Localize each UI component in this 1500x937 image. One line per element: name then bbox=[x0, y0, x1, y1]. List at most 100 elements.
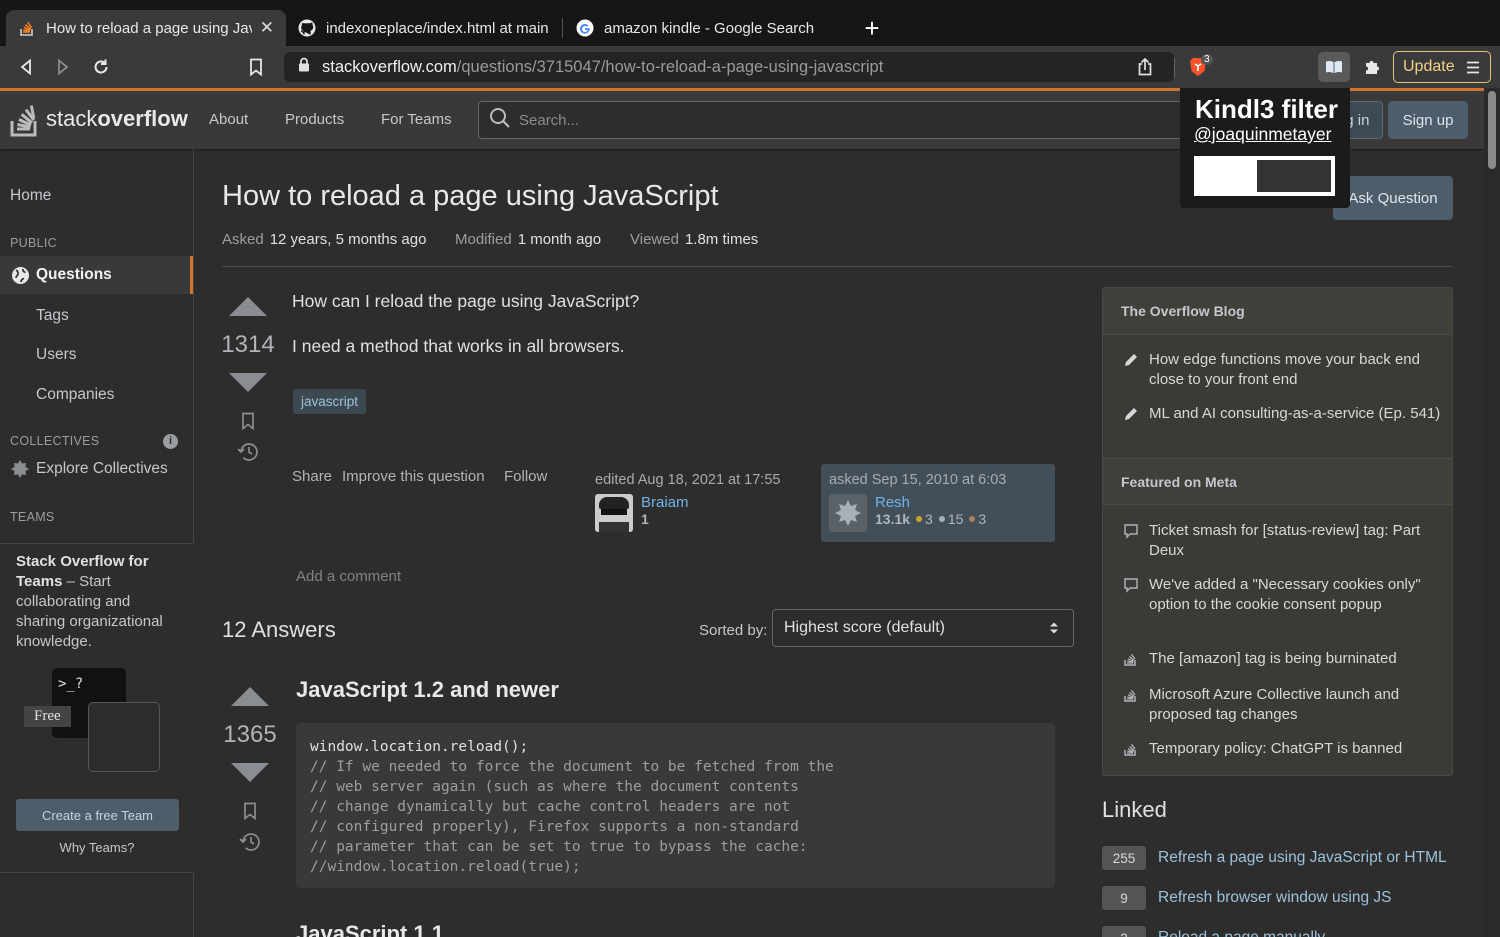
answer-score: 1365 bbox=[223, 721, 277, 748]
modified-key: Modified bbox=[455, 231, 512, 248]
editor-card: Braiam 1 bbox=[595, 494, 795, 532]
bookmark-icon[interactable] bbox=[243, 54, 269, 80]
github-icon bbox=[298, 19, 316, 37]
scrollbar-thumb[interactable] bbox=[1488, 91, 1496, 169]
editor-name[interactable]: Braiam bbox=[641, 494, 689, 511]
asked-key: Asked bbox=[222, 231, 264, 248]
stackexchange-icon bbox=[1123, 651, 1139, 667]
meta-item[interactable]: The [amazon] tag is being burninated bbox=[1123, 649, 1443, 669]
linked-item[interactable]: 9 Refresh browser window using JS bbox=[1102, 886, 1391, 910]
downvote-icon[interactable] bbox=[229, 373, 267, 392]
code-comment-line: // parameter that can be set to true to … bbox=[310, 839, 808, 855]
reload-icon[interactable] bbox=[88, 54, 114, 80]
chat-bubble-icon bbox=[1123, 577, 1139, 593]
kindle-filter-toggle[interactable] bbox=[1194, 156, 1335, 196]
upvote-icon[interactable] bbox=[231, 687, 269, 706]
history-icon[interactable] bbox=[221, 442, 275, 462]
address-bar[interactable]: stackoverflow.com/questions/3715047/how-… bbox=[284, 52, 1174, 82]
create-team-button[interactable]: Create a free Team bbox=[16, 799, 179, 831]
search-box[interactable] bbox=[478, 101, 1238, 139]
linked-item[interactable]: 2 Reload a page manually bbox=[1102, 926, 1325, 937]
asker-name[interactable]: Resh bbox=[875, 494, 986, 511]
brave-shield-icon[interactable]: 3 bbox=[1182, 52, 1214, 82]
sort-select[interactable]: Highest score (default) bbox=[772, 609, 1074, 647]
upvote-icon[interactable] bbox=[229, 297, 267, 316]
modified-value[interactable]: 1 month ago bbox=[518, 231, 601, 248]
blog-item-title: How edge functions move your back end cl… bbox=[1149, 351, 1420, 388]
page-content: stackoverflow About Products For Teams L… bbox=[0, 88, 1484, 937]
edited-timestamp[interactable]: edited Aug 18, 2021 at 17:55 bbox=[595, 472, 795, 488]
search-input[interactable] bbox=[519, 111, 1199, 129]
new-tab-plus-icon[interactable]: + bbox=[860, 14, 884, 42]
meta-heading: Featured on Meta bbox=[1103, 458, 1452, 505]
reader-mode-icon[interactable] bbox=[1318, 52, 1350, 82]
update-button[interactable]: Update bbox=[1393, 51, 1491, 83]
back-icon[interactable] bbox=[13, 54, 39, 80]
viewed-value: 1.8m times bbox=[684, 231, 759, 248]
stackexchange-icon bbox=[1123, 687, 1139, 703]
nav-questions[interactable]: Questions bbox=[0, 256, 193, 294]
close-icon[interactable]: ✕ bbox=[260, 18, 274, 38]
linked-item[interactable]: 255 Refresh a page using JavaScript or H… bbox=[1102, 846, 1447, 870]
downvote-icon[interactable] bbox=[231, 763, 269, 782]
follow-link[interactable]: Follow bbox=[504, 468, 547, 485]
answer-vote-cell: 1365 bbox=[223, 687, 277, 852]
linked-title: Refresh a page using JavaScript or HTML bbox=[1158, 849, 1447, 866]
tab-github[interactable]: indexoneplace/index.html at main · j bbox=[286, 10, 562, 46]
bookmark-icon[interactable] bbox=[221, 412, 275, 430]
logo-text-stack: stack bbox=[46, 106, 98, 131]
meta-item[interactable]: Microsoft Azure Collective launch and pr… bbox=[1123, 685, 1443, 725]
meta-item[interactable]: We've added a "Necessary cookies only" o… bbox=[1123, 575, 1443, 615]
nav-explore-collectives[interactable]: Explore Collectives bbox=[10, 459, 168, 479]
stackoverflow-logo[interactable]: stack overflow bbox=[10, 101, 188, 137]
meta-item[interactable]: Ticket smash for [status-review] tag: Pa… bbox=[1123, 521, 1443, 561]
avatar[interactable] bbox=[595, 494, 633, 532]
tab-title: amazon kindle - Google Search bbox=[604, 19, 815, 37]
blog-item[interactable]: ML and AI consulting-as-a-service (Ep. 5… bbox=[1123, 404, 1443, 424]
linked-vote-count: 9 bbox=[1102, 886, 1146, 910]
asked-value: 12 years, 5 months ago bbox=[269, 231, 427, 248]
nav-companies[interactable]: Companies bbox=[0, 386, 193, 404]
page-scrollbar[interactable] bbox=[1484, 88, 1500, 937]
improve-question-link[interactable]: Improve this question bbox=[342, 468, 485, 485]
editor-details: Braiam 1 bbox=[641, 494, 689, 532]
avatar-body bbox=[599, 522, 629, 532]
nav-about[interactable]: About bbox=[209, 111, 248, 128]
share-link[interactable]: Share bbox=[292, 468, 332, 485]
extensions-puzzle-icon[interactable] bbox=[1356, 52, 1388, 82]
nav-products[interactable]: Products bbox=[285, 111, 344, 128]
editor-reputation: 1 bbox=[641, 511, 649, 527]
question-body-line-2: I need a method that works in all browse… bbox=[292, 336, 625, 356]
nav-for-teams[interactable]: For Teams bbox=[381, 111, 452, 128]
identicon-icon bbox=[835, 500, 861, 526]
page-title: How to reload a page using JavaScript bbox=[222, 180, 719, 212]
asker-details: Resh 13.1k 3 15 3 bbox=[875, 494, 986, 532]
linked-vote-count: 255 bbox=[1102, 846, 1146, 870]
tab-stackoverflow[interactable]: How to reload a page using Jav ✕ bbox=[6, 10, 286, 46]
viewed-key: Viewed bbox=[630, 231, 679, 248]
meta-item[interactable]: Temporary policy: ChatGPT is banned bbox=[1123, 739, 1443, 759]
share-icon[interactable] bbox=[1129, 52, 1161, 82]
signup-button[interactable]: Sign up bbox=[1388, 101, 1468, 139]
kindle-author-link[interactable]: @joaquinmetayer bbox=[1194, 124, 1331, 145]
bronze-badge-icon bbox=[969, 516, 976, 522]
forward-icon[interactable] bbox=[50, 54, 76, 80]
blog-heading: The Overflow Blog bbox=[1103, 288, 1452, 335]
code-comment-line: // If we needed to force the document to… bbox=[310, 759, 834, 775]
history-icon[interactable] bbox=[223, 832, 277, 852]
nav-home[interactable]: Home bbox=[0, 187, 193, 205]
bookmark-icon[interactable] bbox=[223, 802, 277, 820]
toolbar-divider bbox=[1174, 58, 1175, 78]
select-arrows-icon bbox=[1049, 621, 1059, 640]
blog-item[interactable]: How edge functions move your back end cl… bbox=[1123, 350, 1443, 390]
why-teams-link[interactable]: Why Teams? bbox=[0, 840, 194, 855]
nav-tags[interactable]: Tags bbox=[0, 307, 193, 325]
tag-javascript[interactable]: javascript bbox=[293, 389, 367, 414]
nav-users[interactable]: Users bbox=[0, 346, 193, 364]
meta-item-title: Temporary policy: ChatGPT is banned bbox=[1149, 740, 1403, 757]
ask-question-button[interactable]: Ask Question bbox=[1333, 176, 1453, 220]
add-comment-link[interactable]: Add a comment bbox=[296, 568, 401, 585]
avatar[interactable] bbox=[829, 494, 867, 532]
info-icon[interactable]: i bbox=[163, 434, 178, 449]
tab-google[interactable]: amazon kindle - Google Search bbox=[564, 10, 840, 46]
